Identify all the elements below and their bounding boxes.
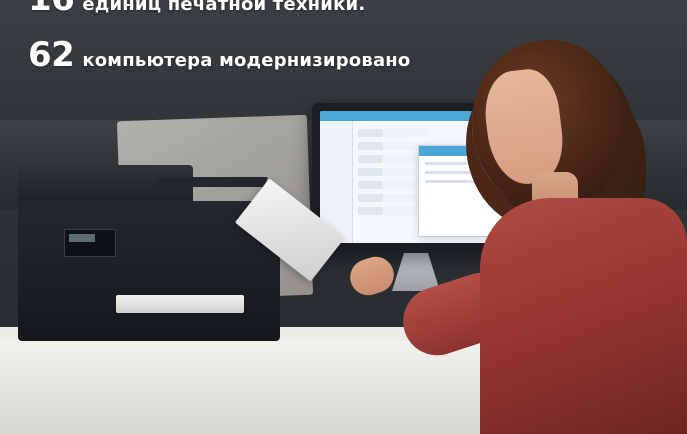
printer-control-panel <box>64 229 116 257</box>
headline: 16 единиц печатной техники. 62 компьютер… <box>28 0 411 72</box>
photo-scene: 16 единиц печатной техники. 62 компьютер… <box>0 0 687 434</box>
printer-screen <box>69 234 95 242</box>
printer <box>18 165 280 341</box>
shirt <box>480 198 687 434</box>
headline-number-1: 16 <box>28 0 75 16</box>
hand <box>345 252 399 300</box>
headline-text-2: компьютера модернизировано <box>82 50 411 71</box>
printer-top-tray <box>153 177 269 187</box>
headline-number-2: 62 <box>28 35 75 75</box>
printer-paper-output <box>116 295 244 313</box>
headline-text-1: единиц печатной техники. <box>82 0 366 15</box>
woman <box>234 40 687 434</box>
headline-line-1: 16 единиц печатной техники. <box>28 0 411 16</box>
headline-line-2: 62 компьютера модернизировано <box>28 38 411 72</box>
